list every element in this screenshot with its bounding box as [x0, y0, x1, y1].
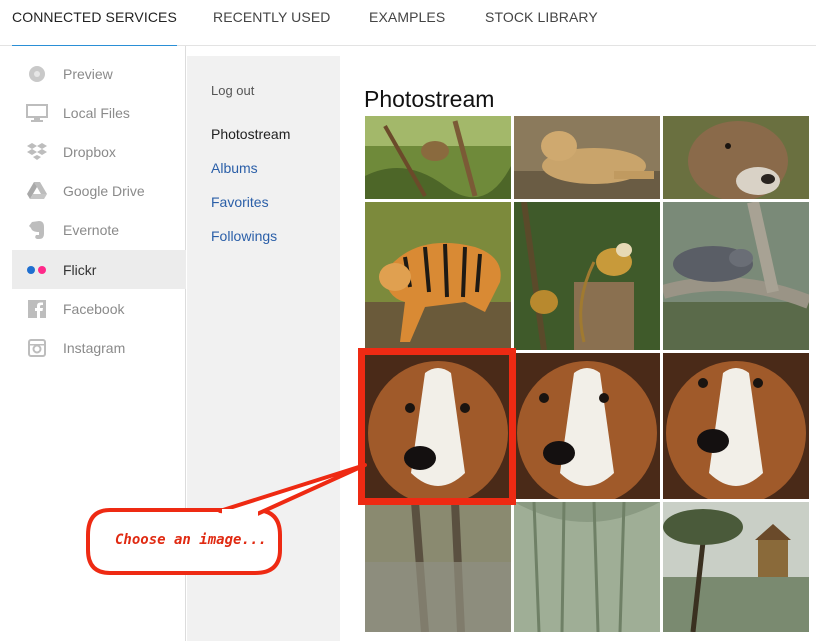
photo-thumbnail[interactable] — [514, 353, 660, 499]
evernote-icon — [26, 219, 48, 241]
preview-icon — [26, 63, 48, 85]
tab-examples[interactable]: EXAMPLES — [369, 0, 445, 46]
photo-thumbnail[interactable] — [365, 116, 511, 199]
photo-thumbnail[interactable] — [663, 202, 809, 350]
sidebar-item-label: Facebook — [63, 300, 125, 317]
photo-thumbnail[interactable] — [514, 202, 660, 350]
sidebar-item-dropbox[interactable]: Dropbox — [12, 132, 186, 171]
tab-connected-services[interactable]: CONNECTED SERVICES — [12, 0, 177, 47]
sidebar-item-facebook[interactable]: Facebook — [12, 289, 186, 328]
tab-recently-used[interactable]: RECENTLY USED — [213, 0, 330, 46]
sidebar-item-instagram[interactable]: Instagram — [12, 328, 186, 367]
photostream-panel: Photostream — [340, 56, 816, 641]
sidebar-item-preview[interactable]: Preview — [12, 54, 186, 93]
sidebar-item-label: Dropbox — [63, 143, 116, 160]
dropbox-icon — [26, 141, 48, 163]
facebook-icon — [26, 298, 48, 320]
subnav-favorites[interactable]: Favorites — [211, 194, 269, 210]
services-sidebar: Preview Local Files Dropbox Google Drive… — [0, 46, 186, 641]
sidebar-item-google-drive[interactable]: Google Drive — [12, 171, 186, 210]
sidebar-item-evernote[interactable]: Evernote — [12, 210, 186, 249]
flickr-icon — [26, 259, 48, 281]
sidebar-item-label: Evernote — [63, 221, 120, 238]
sidebar-item-label: Local Files — [63, 104, 130, 121]
sidebar-item-flickr[interactable]: Flickr — [12, 250, 186, 289]
subnav-followings[interactable]: Followings — [211, 228, 277, 244]
logout-link[interactable]: Log out — [211, 83, 254, 98]
top-tab-bar: CONNECTED SERVICES RECENTLY USED EXAMPLE… — [0, 0, 816, 47]
monitor-icon — [26, 102, 48, 124]
callout-text: Choose an image... — [115, 532, 267, 548]
sidebar-item-label: Instagram — [63, 339, 126, 356]
photo-thumbnail[interactable] — [514, 502, 660, 632]
sidebar-item-local-files[interactable]: Local Files — [12, 93, 186, 132]
photo-thumbnail[interactable] — [365, 202, 511, 350]
photo-thumbnail[interactable] — [514, 116, 660, 199]
tab-stock-library[interactable]: STOCK LIBRARY — [485, 0, 598, 46]
sidebar-item-label: Flickr — [63, 261, 97, 278]
photo-thumbnail[interactable] — [663, 353, 809, 499]
photo-thumbnail[interactable] — [365, 353, 511, 499]
sidebar-item-label: Preview — [63, 65, 113, 82]
sidebar-item-label: Google Drive — [63, 182, 145, 199]
instagram-icon — [26, 337, 48, 359]
page-title: Photostream — [364, 86, 495, 112]
photo-thumbnail[interactable] — [663, 116, 809, 199]
photo-thumbnail[interactable] — [663, 502, 809, 632]
subnav-photostream[interactable]: Photostream — [211, 126, 290, 142]
google-drive-icon — [26, 180, 48, 202]
subnav-albums[interactable]: Albums — [211, 160, 258, 176]
flickr-subnav: Log out Photostream Albums Favorites Fol… — [187, 56, 340, 641]
photo-thumbnail[interactable] — [365, 502, 511, 632]
